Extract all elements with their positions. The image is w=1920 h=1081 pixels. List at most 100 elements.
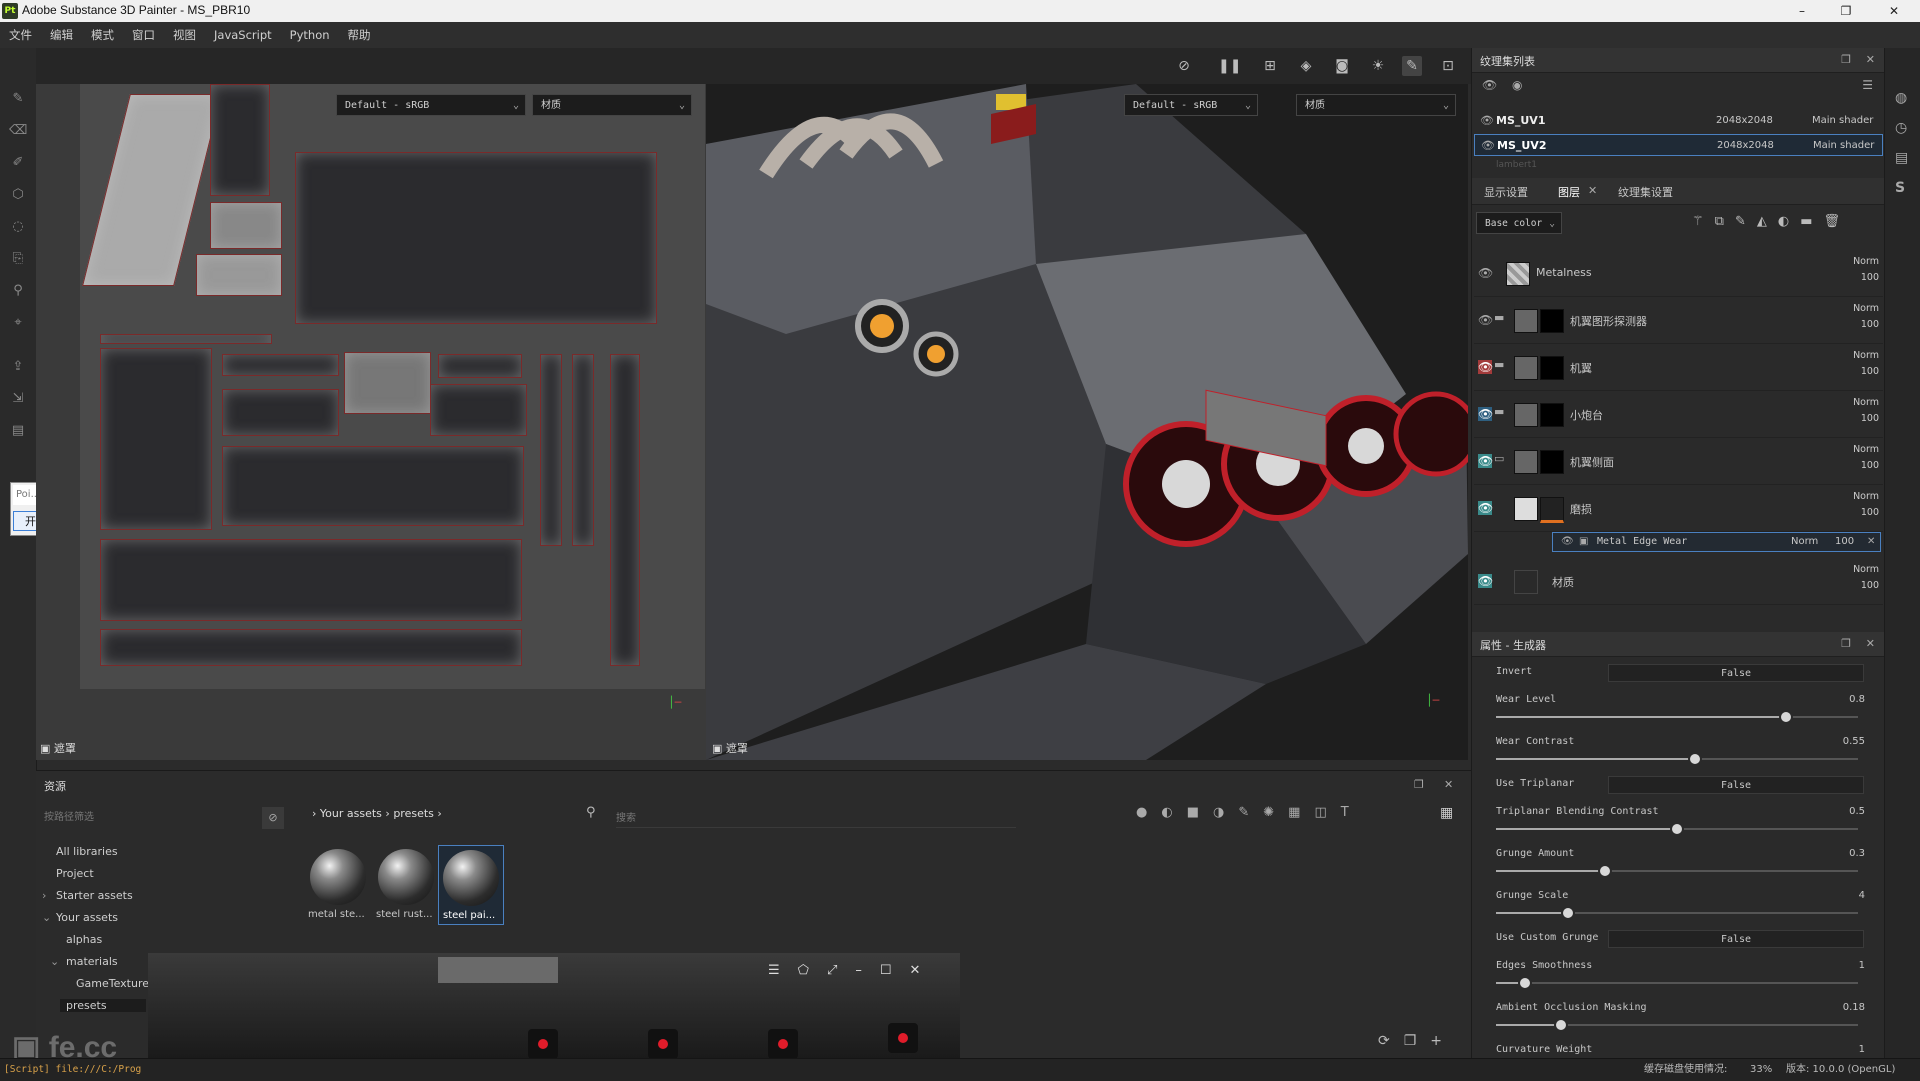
eye-icon[interactable]: 👁 — [1480, 110, 1494, 132]
breadcrumb-item[interactable]: presets — [393, 807, 434, 820]
property-value[interactable]: 0.18 — [1843, 1002, 1865, 1013]
eye-icon[interactable]: 👁 — [1478, 266, 1493, 280]
property-slider[interactable] — [1496, 752, 1858, 766]
shelf-icon[interactable]: ▤ — [1895, 150, 1908, 166]
history-icon[interactable]: ▤ — [9, 422, 27, 440]
layer-blend-mode[interactable]: Norm — [1815, 397, 1879, 408]
polygon-fill-icon[interactable]: ⬡ — [9, 186, 27, 204]
property-value[interactable]: 0.3 — [1849, 848, 1865, 859]
maximize-button[interactable]: ❐ — [1824, 0, 1868, 22]
property-value[interactable]: 4 — [1859, 890, 1865, 901]
close-icon[interactable]: ✕ — [910, 963, 939, 978]
menu-javascript[interactable]: JavaScript — [205, 22, 281, 48]
paint-mode-icon[interactable]: ✎ — [1402, 56, 1422, 76]
path-filter-input[interactable]: 按路径筛选 — [44, 807, 262, 829]
history-icon[interactable]: ◷ — [1895, 120, 1907, 136]
layer-opacity[interactable]: 100 — [1815, 319, 1879, 330]
slider-handle[interactable] — [1554, 1018, 1569, 1032]
tree-item-your-assets[interactable]: Your assets — [56, 911, 118, 924]
close-icon[interactable]: ✕ — [1444, 778, 1453, 791]
tree-item-project[interactable]: Project — [56, 867, 94, 880]
eye-icon[interactable]: 👁 — [1478, 313, 1493, 327]
texture-set-row[interactable]: 👁 MS_UV2 2048x2048 Main shader — [1474, 134, 1883, 156]
menu-file[interactable]: 文件 — [0, 22, 41, 48]
smart-material-filter-icon[interactable]: ◐ — [1161, 805, 1186, 820]
close-icon[interactable]: ✕ — [1866, 53, 1875, 66]
tree-item-alphas[interactable]: alphas — [66, 933, 102, 946]
property-slider[interactable] — [1496, 1018, 1858, 1032]
pin-icon[interactable]: ⬠ — [798, 963, 827, 978]
add-effect-icon[interactable]: ⚚ — [1692, 214, 1715, 229]
layer-blend-mode[interactable]: Norm — [1815, 350, 1879, 361]
slider-handle[interactable] — [1561, 906, 1576, 920]
grid-view-icon[interactable]: ▦ — [1440, 805, 1453, 821]
menu-icon[interactable]: ☰ — [768, 963, 798, 978]
fullscreen-icon[interactable]: ⤢ — [827, 963, 855, 978]
layer-opacity[interactable]: 100 — [1815, 366, 1879, 377]
layer-blend-mode[interactable]: Norm — [1815, 491, 1879, 502]
eye-icon[interactable]: 👁 — [1478, 574, 1493, 588]
eye-icon[interactable]: 👁 — [1561, 533, 1574, 551]
tab-layers[interactable]: 图层 — [1558, 184, 1580, 200]
split-view-icon[interactable]: ⊞ — [1260, 56, 1280, 76]
layer-row[interactable]: 👁 Metalness Norm 100 — [1474, 250, 1883, 297]
layer-row[interactable]: 👁 ▬ 小炮台 Norm 100 — [1474, 391, 1883, 438]
material-filter-icon[interactable]: ● — [1136, 805, 1161, 820]
menu-edit[interactable]: 编辑 — [41, 22, 82, 48]
property-slider[interactable] — [1496, 906, 1858, 920]
environment-icon[interactable]: ◍ — [1895, 90, 1907, 106]
eye-icon[interactable]: 👁 — [1478, 407, 1493, 421]
refresh-icon[interactable]: ⟳ — [1378, 1033, 1404, 1049]
camera-icon[interactable]: ◙ — [1332, 56, 1352, 76]
layer-opacity[interactable]: 100 — [1815, 580, 1879, 591]
screenshot-icon[interactable]: ⊡ — [1438, 56, 1458, 76]
eye-icon[interactable]: 👁 — [1478, 454, 1493, 468]
effect-row[interactable]: 👁 ▣ Metal Edge Wear Norm 100 ✕ — [1552, 532, 1881, 552]
close-icon[interactable]: ✕ — [1866, 637, 1875, 650]
smart-mask-filter-icon[interactable]: ◑ — [1213, 805, 1238, 820]
add-mask-icon[interactable]: ⧉ — [1715, 214, 1735, 229]
property-toggle[interactable]: False — [1608, 664, 1864, 682]
layer-opacity[interactable]: 100 — [1815, 460, 1879, 471]
layer-blend-controls[interactable]: Norm 100 — [1815, 303, 1879, 330]
menu-icon[interactable]: ☰ — [1862, 78, 1873, 92]
visibility-icon[interactable]: 👁 — [1482, 78, 1497, 92]
layer-row[interactable]: 👁 磨损 Norm 100 — [1474, 485, 1883, 532]
layer-row[interactable]: 👁 ▬ 机翼图形探测器 Norm 100 — [1474, 297, 1883, 344]
smudge-icon[interactable]: ◌ — [9, 218, 27, 236]
property-slider[interactable] — [1496, 822, 1858, 836]
layer-blend-controls[interactable]: Norm 100 — [1815, 564, 1879, 591]
menu-window[interactable]: 窗口 — [123, 22, 164, 48]
minimize-icon[interactable]: – — [855, 963, 880, 978]
layer-blend-controls[interactable]: Norm 100 — [1815, 350, 1879, 377]
uv-canvas[interactable] — [80, 84, 705, 689]
asset-item-selected[interactable]: steel pai... — [438, 845, 504, 925]
3d-colorspace-dropdown[interactable]: Default - sRGB ⌄ — [1124, 94, 1258, 116]
3d-channel-dropdown[interactable]: 材质 ⌄ — [1296, 94, 1456, 116]
add-paint-layer-icon[interactable]: ✎ — [1735, 214, 1757, 229]
layer-blend-controls[interactable]: Norm 100 — [1815, 397, 1879, 424]
environment-filter-icon[interactable]: ◫ — [1314, 805, 1340, 820]
tree-item-presets[interactable]: presets — [60, 999, 146, 1012]
menu-python[interactable]: Python — [281, 22, 339, 48]
eye-icon[interactable]: 👁 — [1478, 501, 1493, 515]
effect-blend-mode[interactable]: Norm — [1791, 533, 1818, 551]
add-smart-material-icon[interactable]: ◐ — [1778, 214, 1800, 229]
layer-row[interactable]: 👁 ▭ 机翼侧面 Norm 100 — [1474, 438, 1883, 485]
eraser-icon[interactable]: ⌫ — [9, 122, 27, 140]
layer-blend-mode[interactable]: Norm — [1815, 303, 1879, 314]
tab-texture-set-settings[interactable]: 纹理集设置 — [1618, 184, 1673, 200]
layer-blend-controls[interactable]: Norm 100 — [1815, 444, 1879, 471]
3d-viewport[interactable]: Default - sRGB ⌄ 材质 ⌄ ▣ 遮罩 │─ — [706, 84, 1468, 760]
particle-filter-icon[interactable]: ✺ — [1263, 805, 1288, 820]
texture-set-shader[interactable]: Main shader — [1813, 135, 1874, 157]
add-folder-icon[interactable]: ▬ — [1800, 214, 1823, 229]
property-toggle[interactable]: False — [1608, 930, 1864, 948]
lighting-icon[interactable]: ☀ — [1368, 56, 1388, 76]
property-slider[interactable] — [1496, 710, 1858, 724]
export-icon[interactable]: ⇲ — [9, 390, 27, 408]
add-icon[interactable]: + — [1430, 1033, 1456, 1049]
property-value[interactable]: 0.5 — [1849, 806, 1865, 817]
layer-blend-mode[interactable]: Norm — [1815, 444, 1879, 455]
script-log[interactable]: [Script] file:///C:/Prog — [4, 1059, 141, 1081]
